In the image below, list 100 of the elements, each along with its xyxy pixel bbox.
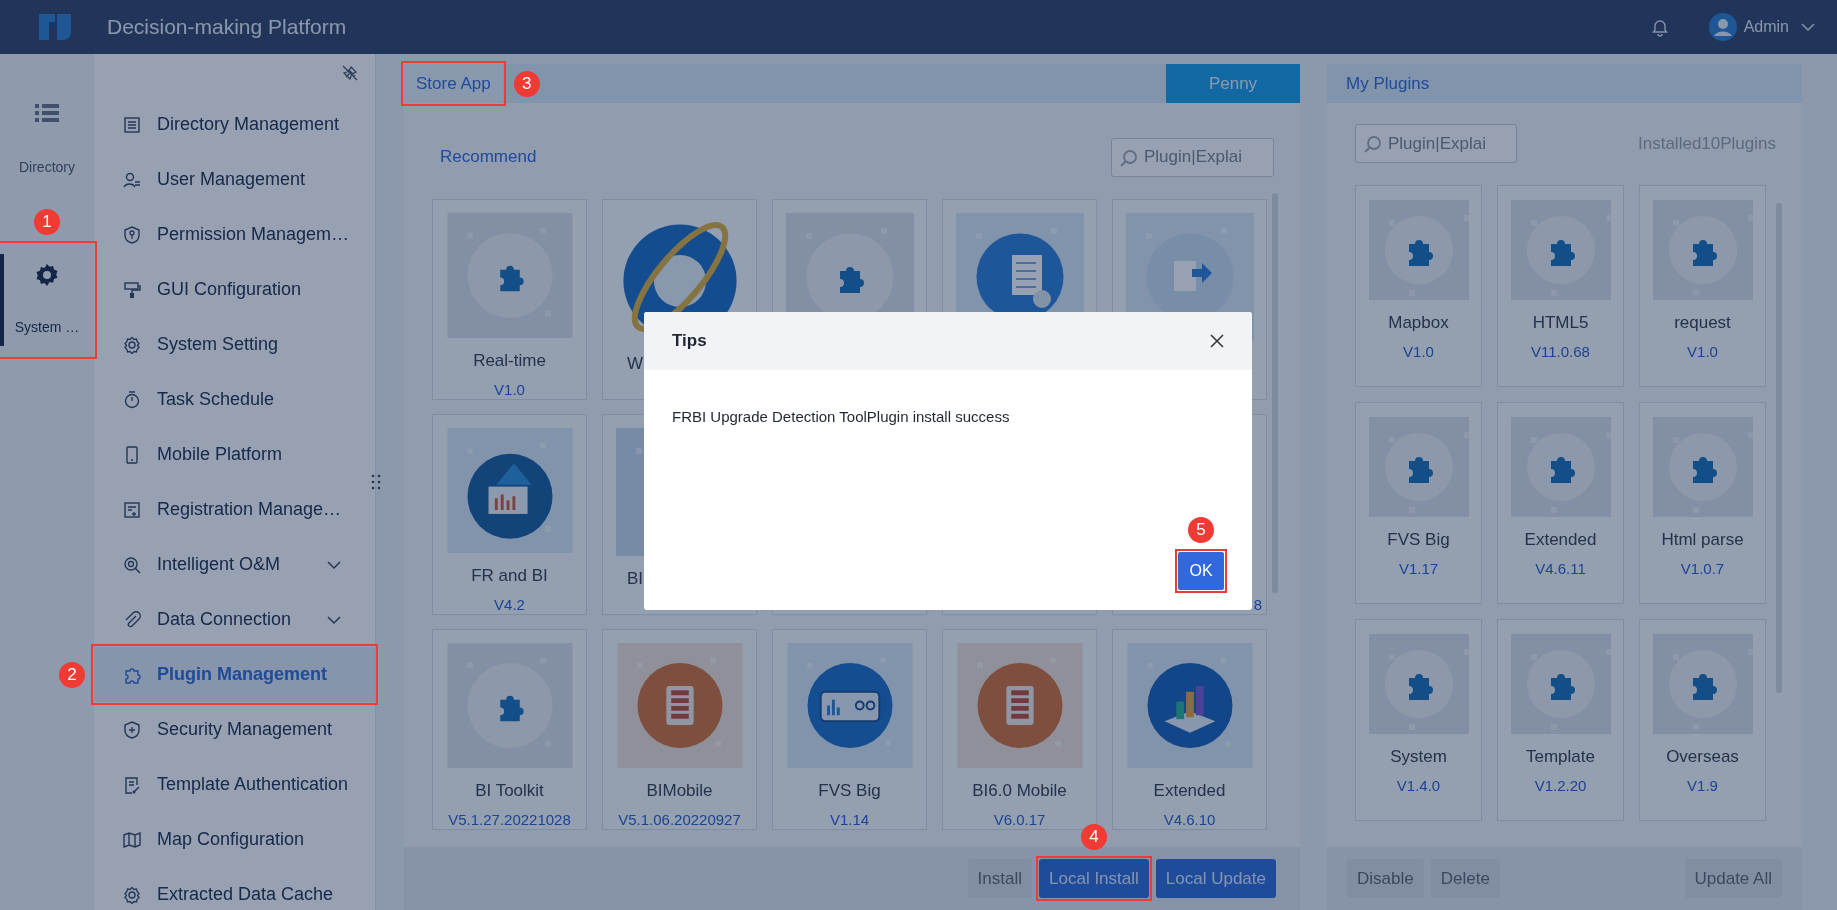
rail-item[interactable]: System … <box>0 244 94 356</box>
menu-item[interactable]: GUI Configuration <box>94 262 375 317</box>
plugin-card[interactable]: request V1.0 <box>1639 185 1766 387</box>
dashboard-icon <box>785 643 914 768</box>
ok-button[interactable]: OK <box>1178 552 1224 590</box>
map-icon <box>123 830 141 849</box>
action-button[interactable]: Local Install <box>1039 859 1149 898</box>
search-field[interactable]: Plugin|Explai <box>1111 137 1274 177</box>
plugin-name: System <box>1390 746 1447 768</box>
plugin-name: W <box>627 353 644 375</box>
menu-item[interactable]: Extracted Data Cache <box>94 867 375 910</box>
menu-item[interactable]: Registration Manage… <box>94 482 375 537</box>
plugin-version: V5.1.27.20221028 <box>448 809 571 829</box>
app-title: Decision-making Platform <box>107 14 347 41</box>
menu-item[interactable]: Map Configuration <box>94 812 375 867</box>
menu-item[interactable]: User Management <box>94 152 375 207</box>
plugin-name: HTML5 <box>1532 312 1589 334</box>
menu-item[interactable]: Security Management <box>94 702 375 757</box>
section-heading: Recommend <box>440 146 537 169</box>
plugin-card[interactable]: Extended V4.6.10 <box>1112 629 1267 830</box>
plugin-version: V1.0 <box>494 379 525 399</box>
plugin-name: Extended <box>1524 529 1597 551</box>
puzzle-icon <box>1652 417 1753 517</box>
plugin-version: V4.6.11 <box>1535 558 1586 578</box>
plugin-name: Overseas <box>1666 746 1739 768</box>
plugin-card[interactable]: Html parse V1.0.7 <box>1639 402 1766 604</box>
rail-item[interactable]: Directory <box>0 84 94 196</box>
search-icon <box>1363 135 1381 153</box>
plugin-version: V1.2.20 <box>1534 775 1587 795</box>
plugin-name: Html parse <box>1661 529 1744 551</box>
menu-item[interactable]: Task Schedule <box>94 372 375 427</box>
menu-item[interactable]: Permission Managem… <box>94 207 375 262</box>
action-button[interactable]: Local Update <box>1155 859 1276 898</box>
menu-item[interactable]: Data Connection <box>94 592 375 647</box>
plugin-version: V1.17 <box>1398 558 1439 578</box>
plugin-version: 8 <box>1253 594 1262 614</box>
plugin-card[interactable]: BI6.0 Mobile V6.0.17 <box>942 629 1097 830</box>
user-name[interactable]: Admin <box>1743 15 1789 39</box>
plugin-card[interactable]: HTML5 V11.0.68 <box>1497 185 1624 387</box>
puzzle-icon <box>1510 200 1611 300</box>
puzzle-icon <box>123 665 141 684</box>
caret-icon <box>1801 23 1815 31</box>
plugin-name: BI6.0 Mobile <box>972 780 1067 802</box>
puzzle-icon <box>445 643 574 768</box>
magnifier-icon <box>123 555 141 574</box>
plugin-card[interactable]: Extended V4.6.11 <box>1497 402 1624 604</box>
puzzle-icon <box>1368 634 1469 734</box>
menu-item[interactable]: Directory Management <box>94 97 375 152</box>
plugin-card[interactable]: System V1.4.0 <box>1355 619 1482 821</box>
chart-icon <box>1125 643 1254 768</box>
plugin-card[interactable]: FVS Big V1.14 <box>772 629 927 830</box>
plugin-version: V1.14 <box>829 809 870 829</box>
drag-handle-icon <box>371 474 381 490</box>
panel-title: My Plugins <box>1346 72 1430 95</box>
user-icon <box>123 170 141 189</box>
plugin-version: V11.0.68 <box>1531 341 1590 361</box>
plugin-name: BIMobile <box>646 780 713 802</box>
plugin-card[interactable]: Real-time V1.0 <box>432 199 587 400</box>
plugin-version: V4.6.10 <box>1163 809 1216 829</box>
gear-icon <box>35 262 59 287</box>
plugin-card[interactable]: Overseas V1.9 <box>1639 619 1766 821</box>
plugin-version: V1.0 <box>1403 341 1434 361</box>
bell-icon <box>1650 17 1669 37</box>
report-icon <box>445 428 574 553</box>
plugin-name: FVS Big <box>818 780 881 802</box>
plugin-name: BI <box>627 568 644 590</box>
plugin-version: V1.0 <box>1687 341 1718 361</box>
plugin-name: Extended <box>1153 780 1226 802</box>
list-icon <box>123 115 141 134</box>
phone-icon <box>123 445 141 464</box>
plugin-version: V1.9 <box>1687 775 1718 795</box>
plugin-card[interactable]: FVS Big V1.17 <box>1355 402 1482 604</box>
menu-item[interactable]: Template Authentication <box>94 757 375 812</box>
form-icon <box>123 500 141 519</box>
plugin-name: BI Toolkit <box>475 780 544 802</box>
dialog-title: Tips <box>672 330 707 353</box>
menu-item[interactable]: Mobile Platform <box>94 427 375 482</box>
puzzle-icon <box>1368 417 1469 517</box>
plugin-card[interactable]: Mapbox V1.0 <box>1355 185 1482 387</box>
store-tab[interactable]: Store App <box>404 64 503 103</box>
plugin-name: FVS Big <box>1387 529 1450 551</box>
puzzle-icon <box>1652 200 1753 300</box>
menu-item[interactable]: Intelligent O&M <box>94 537 375 592</box>
plugin-name: Template <box>1526 746 1595 768</box>
mobile-icon <box>955 643 1084 768</box>
close-icon[interactable] <box>1210 334 1224 348</box>
search-field[interactable]: Plugin|Explai <box>1355 124 1517 163</box>
menu-item[interactable]: System Setting <box>94 317 375 372</box>
plugin-name: FR and BI <box>471 565 548 587</box>
plugin-name: request <box>1674 312 1731 334</box>
menu-item[interactable]: Plugin Management <box>94 647 375 702</box>
plugin-card[interactable]: BI Toolkit V5.1.27.20221028 <box>432 629 587 830</box>
paperclip-icon <box>123 610 141 629</box>
paint-roller-icon <box>123 280 141 299</box>
gear-icon <box>123 885 141 904</box>
plugin-card[interactable]: BIMobile V5.1.06.20220927 <box>602 629 757 830</box>
dialog-message: FRBI Upgrade Detection ToolPlugin install success <box>671 407 1011 427</box>
plugin-card[interactable]: FR and BI V4.2 <box>432 414 587 615</box>
plugin-card[interactable]: Template V1.2.20 <box>1497 619 1624 821</box>
plugin-version: V6.0.17 <box>993 809 1046 829</box>
